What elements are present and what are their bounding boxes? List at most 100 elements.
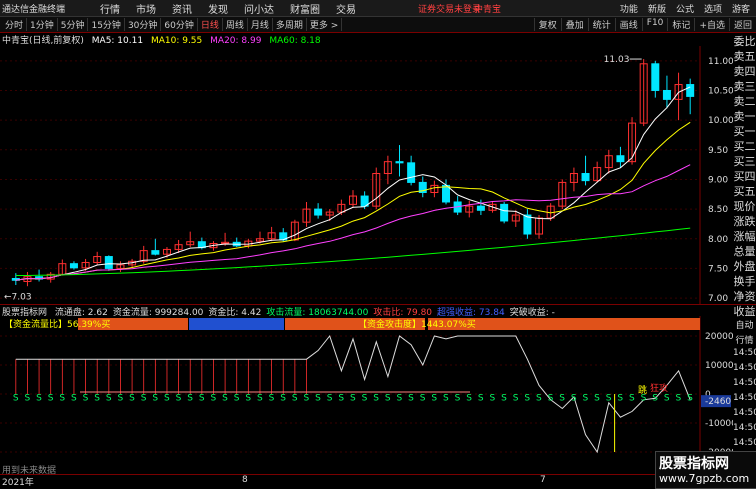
candle-body	[662, 89, 671, 100]
chart-tools: 复权 叠加 统计 画线 F10 标记 +自选 返回	[533, 18, 756, 31]
candle-body	[686, 84, 695, 97]
sell-marker: S	[350, 393, 356, 403]
high-price-label: 11.03	[604, 55, 630, 65]
sell-marker: S	[443, 393, 449, 403]
tab-9[interactable]: 多周期	[273, 18, 307, 31]
ind-tick-label: -2460	[705, 397, 731, 407]
menu-news[interactable]: 资讯	[164, 1, 200, 16]
side-item-10: 买五	[733, 185, 756, 198]
menu-newversion[interactable]: 新版	[648, 2, 666, 15]
tool-button-1[interactable]: 叠加	[560, 18, 588, 31]
candle-body	[314, 208, 323, 216]
tab-7[interactable]: 周线	[223, 18, 248, 31]
tab-6[interactable]: 日线	[198, 18, 223, 31]
sell-marker: S	[269, 393, 275, 403]
sell-marker: S	[397, 393, 403, 403]
menu-guest[interactable]: 游客	[732, 2, 750, 15]
side-item-25: 14:50	[733, 408, 756, 418]
menu-function[interactable]: 功能	[620, 2, 638, 15]
sell-marker: S	[234, 393, 240, 403]
menu-trade[interactable]: 交易	[328, 1, 364, 16]
tool-button-2[interactable]: 统计	[587, 18, 615, 31]
price-tick-label: 7.50	[708, 264, 728, 274]
watermark-title: 股票指标网	[659, 456, 729, 472]
side-item-6: 买一	[733, 125, 756, 138]
tool-button-5[interactable]: 标记	[667, 18, 694, 31]
tool-button-7[interactable]: 返回	[728, 18, 756, 31]
login-warning[interactable]: 证券交易未登录	[418, 2, 481, 15]
sell-marker: S	[83, 393, 89, 403]
date-month-7: 7	[540, 475, 546, 485]
side-item-22: 14:50	[733, 363, 756, 373]
sell-marker: S	[257, 393, 263, 403]
side-item-14: 总量	[733, 245, 756, 258]
price-tick-label: 11.00	[708, 57, 733, 67]
side-item-17: 净资	[733, 290, 756, 303]
sell-marker: S	[664, 393, 670, 403]
title-bar: 通达信金融终端 行情 市场 资讯 发现 问小达 财富圈 交易 证券交易未登录 中…	[0, 0, 756, 17]
tab-5[interactable]: 60分钟	[161, 18, 198, 31]
period-tabs: 分时 1分钟 5分钟 15分钟 30分钟 60分钟 日线 周线 月线 多周期 更多 >	[2, 18, 343, 31]
sell-marker: S	[199, 393, 205, 403]
menu-wealth[interactable]: 财富圈	[282, 1, 328, 16]
sell-marker: S	[152, 393, 158, 403]
sell-marker: S	[117, 393, 123, 403]
future-data-note: 用到未来数据	[2, 466, 57, 476]
sell-marker: S	[490, 393, 496, 403]
tab-2[interactable]: 5分钟	[58, 18, 89, 31]
tab-10[interactable]: 更多 >	[307, 18, 343, 31]
menu-market[interactable]: 行情	[92, 1, 128, 16]
tool-button-6[interactable]: +自选	[694, 18, 729, 31]
sell-marker: S	[59, 393, 65, 403]
tool-button-3[interactable]: 画线	[614, 18, 642, 31]
ma5-label: MA5: 10.11	[91, 36, 144, 46]
tool-button-4[interactable]: F10	[641, 18, 668, 31]
price-tick-label: 7.00	[708, 294, 728, 304]
tool-button-0[interactable]: 复权	[533, 18, 561, 31]
menu-discover[interactable]: 发现	[200, 1, 236, 16]
side-item-23: 14:50	[733, 378, 756, 388]
side-item-19: 自动	[735, 321, 754, 331]
sell-marker: S	[652, 393, 658, 403]
candle-body	[69, 263, 78, 269]
sell-marker: S	[24, 393, 30, 403]
tab-3[interactable]: 15分钟	[88, 18, 125, 31]
menu-markets[interactable]: 市场	[128, 1, 164, 16]
side-item-15: 外盘	[733, 260, 756, 273]
attack-label: 狂攻	[650, 382, 668, 394]
indicator-chart[interactable]: 20000100000-2460-10000-20000【资金流量比】56.39…	[0, 316, 733, 474]
sell-marker: S	[536, 393, 542, 403]
sell-marker: S	[303, 393, 309, 403]
side-item-13: 涨幅	[733, 230, 756, 243]
sell-marker: S	[571, 393, 577, 403]
price-chart[interactable]: 11.00 10.50 10.00 9.50 9.00 8.50 8.00 7.50 7.00 1…	[0, 46, 733, 304]
price-tick-label: 10.00	[708, 116, 733, 126]
candle-body	[442, 184, 451, 203]
sell-marker: S	[280, 393, 286, 403]
watermark-url: www.7gpzb.com	[659, 472, 750, 485]
sell-marker: S	[687, 393, 693, 403]
menu-ask[interactable]: 问小达	[236, 1, 282, 16]
app-title: 通达信金融终端	[2, 5, 66, 15]
sell-marker: S	[71, 393, 77, 403]
ma5-line	[15, 86, 691, 281]
candle-body	[395, 161, 404, 164]
price-tick-label: 8.00	[708, 235, 728, 245]
sell-marker: S	[129, 393, 135, 403]
quote-side-panel: 委比 卖五 卖四 卖三 卖二 卖一 买一 买二 买三 买四 买五 现价 涨跌 涨幅 总量 外盘 换手 净资 收益 自动…	[733, 33, 756, 487]
tab-0[interactable]: 分时	[2, 18, 28, 31]
tab-4[interactable]: 30分钟	[125, 18, 162, 31]
side-item-18: 收益	[733, 305, 756, 318]
ma10-label: MA10: 9.55	[150, 36, 203, 46]
menu-formula[interactable]: 公式	[676, 2, 694, 15]
menu-options[interactable]: 选项	[704, 2, 722, 15]
candle-body	[151, 250, 160, 255]
period-tabs-bar: 分时 1分钟 5分钟 15分钟 30分钟 60分钟 日线 周线 月线 多周期 更多 > 复权 叠加 统计…	[0, 17, 756, 33]
sell-marker: S	[513, 393, 519, 403]
tab-8[interactable]: 月线	[248, 18, 273, 31]
side-item-8: 买三	[733, 155, 756, 168]
candle-body	[476, 205, 485, 211]
tab-1[interactable]: 1分钟	[27, 18, 58, 31]
sell-marker: S	[292, 393, 298, 403]
side-item-21: 14:50	[733, 348, 756, 358]
